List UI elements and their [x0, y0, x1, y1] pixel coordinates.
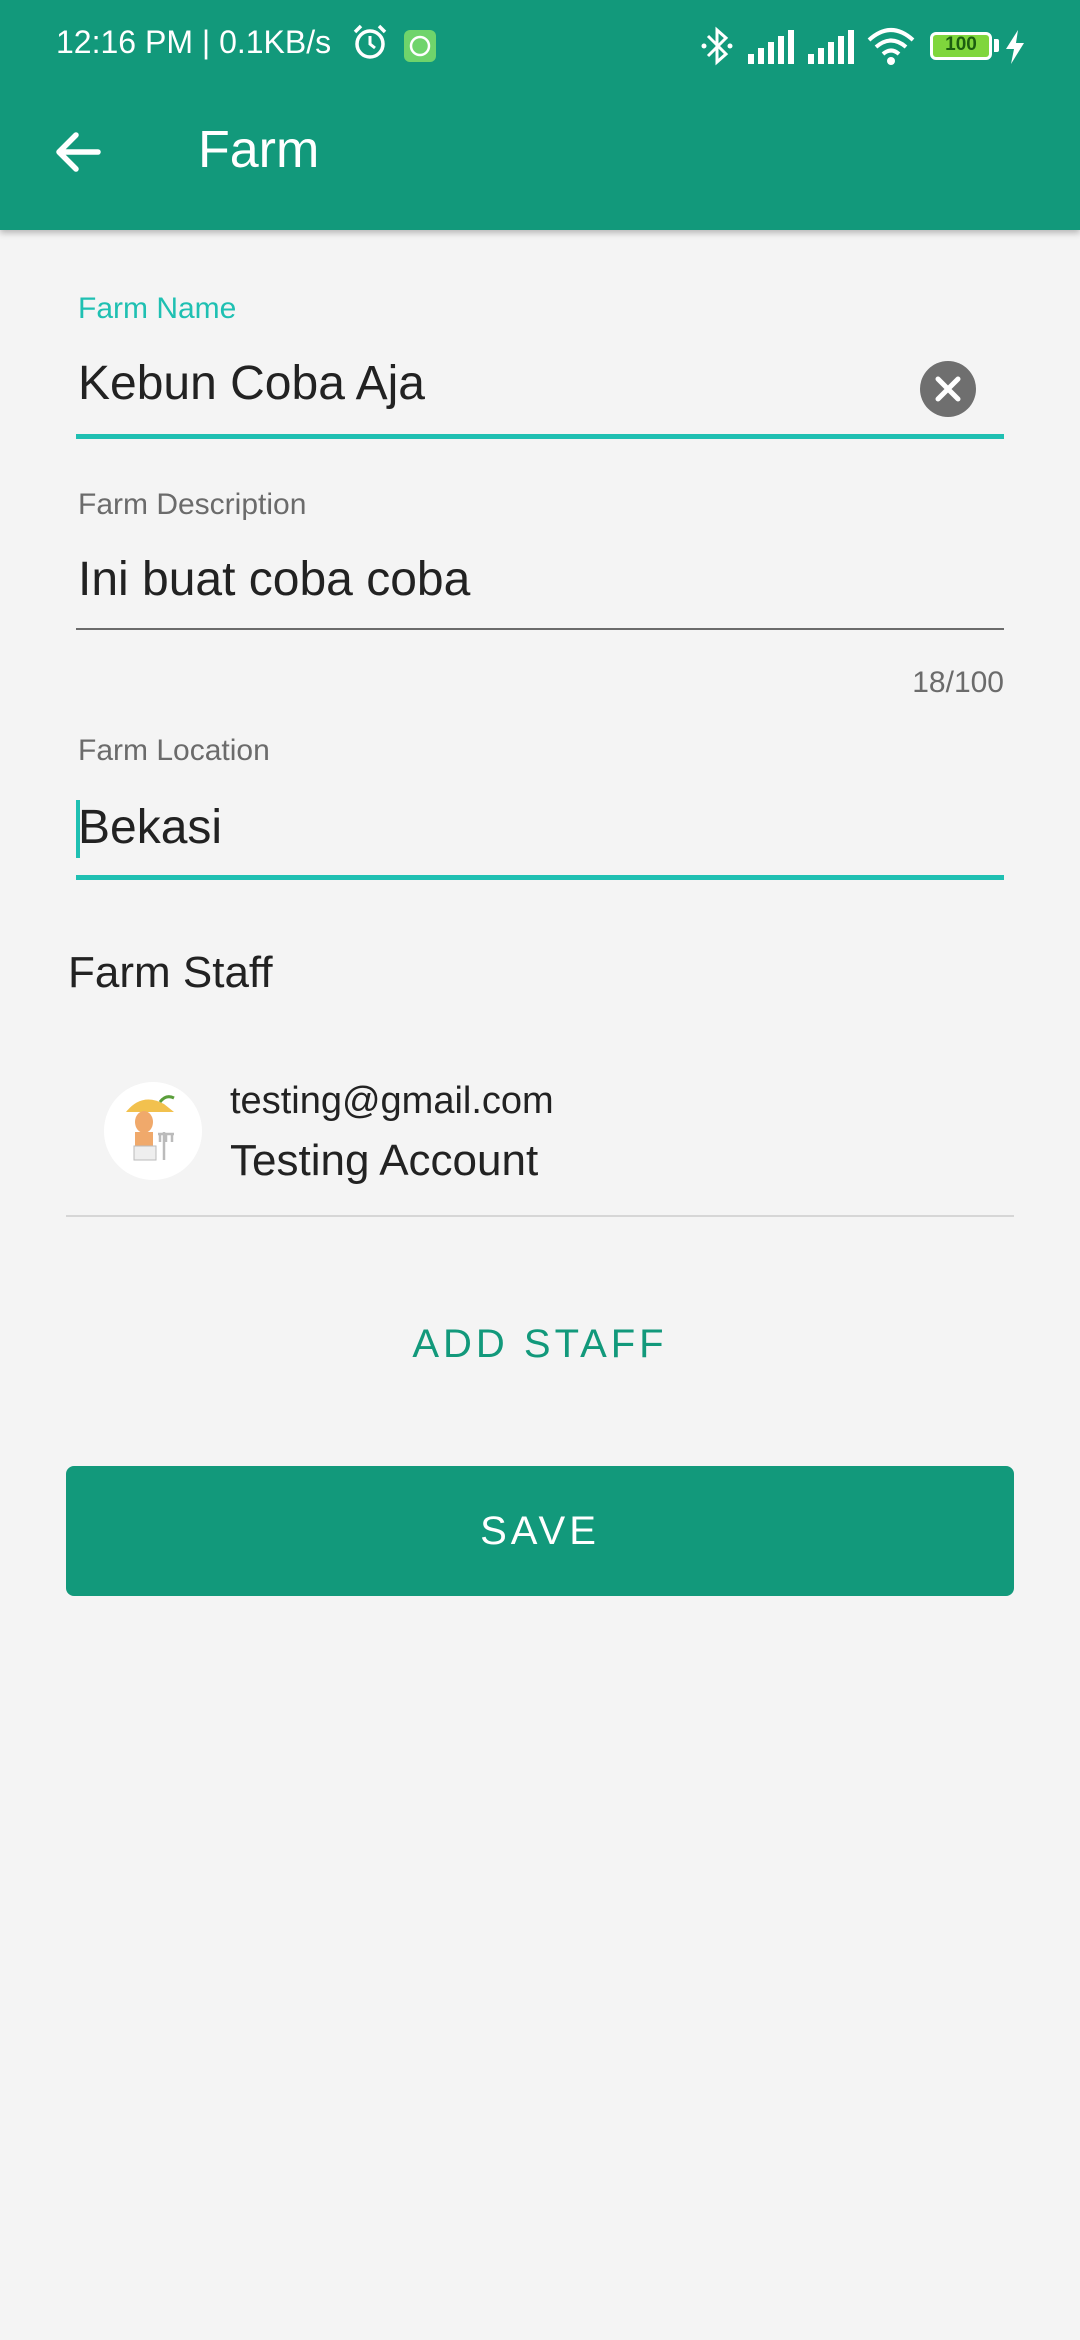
battery-icon: 100	[930, 32, 992, 60]
divider	[66, 1215, 1014, 1217]
farmer-avatar-icon	[104, 1082, 202, 1180]
close-icon	[935, 376, 961, 402]
character-counter: 18/100	[912, 666, 1004, 699]
battery-level: 100	[945, 34, 977, 55]
status-bar: 12:16 PM | 0.1KB/s 100	[0, 0, 1080, 90]
whatsapp-icon	[404, 30, 436, 62]
staff-email: testing@gmail.com	[230, 1080, 554, 1122]
signal-icon	[808, 30, 854, 64]
farm-description-underline	[76, 628, 1004, 630]
staff-name: Testing Account	[230, 1136, 539, 1185]
clear-text-button[interactable]	[920, 361, 976, 417]
farm-name-input[interactable]: Kebun Coba Aja	[78, 356, 425, 411]
page-title: Farm	[198, 121, 320, 179]
app-bar: 12:16 PM | 0.1KB/s 100 Farm	[0, 0, 1080, 230]
alarm-icon	[353, 24, 387, 59]
farm-location-input[interactable]: Bekasi	[78, 800, 222, 855]
farm-description-input[interactable]: Ini buat coba coba	[78, 552, 470, 607]
wifi-icon	[867, 28, 915, 65]
farm-name-label: Farm Name	[78, 292, 237, 325]
farm-description-label: Farm Description	[78, 488, 307, 521]
status-time: 12:16 PM | 0.1KB/s	[56, 24, 332, 60]
arrow-back-icon[interactable]	[48, 122, 108, 182]
farm-name-underline	[76, 434, 1004, 439]
charging-icon	[1006, 30, 1024, 64]
staff-list-item[interactable]: testing@gmail.com Testing Account	[66, 1060, 1014, 1220]
farm-staff-heading: Farm Staff	[68, 948, 273, 997]
signal-icon	[748, 30, 794, 64]
farm-location-label: Farm Location	[78, 734, 270, 767]
add-staff-button[interactable]: ADD STAFF	[0, 1322, 1080, 1367]
battery-cap	[994, 39, 999, 52]
save-button[interactable]: SAVE	[66, 1466, 1014, 1596]
farm-location-underline	[76, 875, 1004, 880]
bluetooth-icon	[701, 26, 733, 66]
avatar	[104, 1082, 202, 1180]
